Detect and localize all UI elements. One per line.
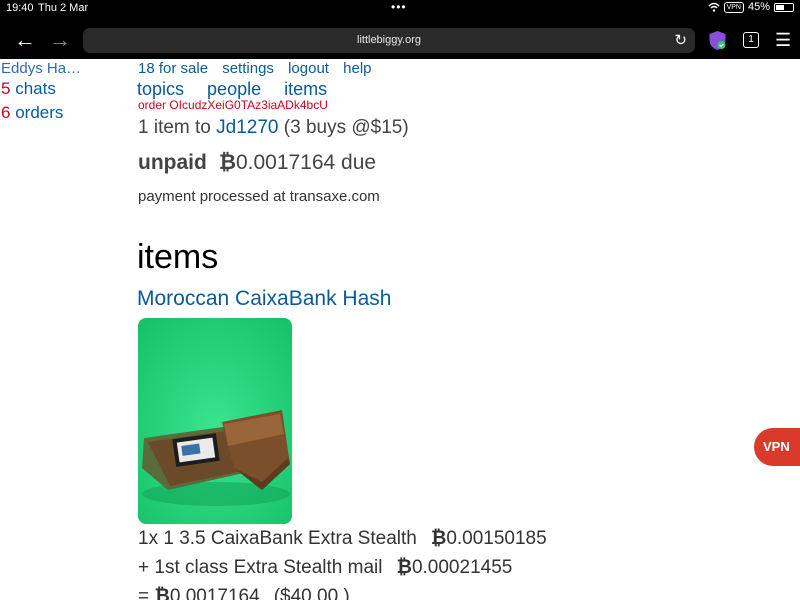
- shield-icon[interactable]: [708, 30, 727, 51]
- back-button[interactable]: ←: [11, 27, 39, 53]
- line-item-description: 1x 1 3.5 CaixaBank Extra Stealth: [138, 528, 417, 549]
- total-equals: =: [138, 586, 150, 600]
- orders-count: 6: [1, 103, 11, 122]
- wifi-icon: [708, 2, 720, 12]
- product-title-link[interactable]: Moroccan CaixaBank Hash: [137, 287, 391, 311]
- product-image[interactable]: [138, 318, 292, 524]
- unpaid-label: unpaid: [138, 151, 207, 174]
- orders-label: orders: [15, 103, 64, 122]
- shop-name-link[interactable]: Eddys Ha…: [1, 60, 81, 77]
- bitcoin-icon: ₿: [154, 586, 170, 600]
- main-nav: topics people items: [137, 79, 345, 100]
- browser-chrome: 19:40 Thu 2 Mar ••• VPN 45% ← → littlebi…: [0, 0, 800, 59]
- shipping-line: + 1st class Extra Stealth mail ₿0.0002145…: [138, 557, 512, 579]
- vpn-floating-button[interactable]: VPN: [754, 428, 800, 466]
- order-summary: 1 item to Jd1270 (3 buys @$15): [138, 117, 409, 139]
- address-bar[interactable]: littlebiggy.org ↻: [83, 28, 695, 53]
- order-summary-suffix: (3 buys @$15): [283, 117, 409, 138]
- total-line: = ₿0.0017164 ($40.00 ): [138, 586, 350, 600]
- payment-status: unpaid ₿0.0017164 due: [138, 151, 376, 175]
- battery-icon: [774, 2, 794, 12]
- vpn-status-badge: VPN: [723, 1, 744, 13]
- bitcoin-icon: ₿: [430, 528, 447, 549]
- for-sale-link[interactable]: 18 for sale: [138, 60, 208, 77]
- reload-icon[interactable]: ↻: [674, 31, 687, 49]
- chats-link[interactable]: 5 chats: [1, 79, 56, 99]
- status-time: 19:40: [6, 2, 34, 14]
- status-indicators: VPN 45%: [708, 1, 794, 13]
- nav-topics[interactable]: topics: [137, 79, 184, 99]
- tab-count-button[interactable]: 1: [743, 32, 759, 48]
- buyer-link[interactable]: Jd1270: [216, 117, 278, 138]
- orders-link[interactable]: 6 orders: [1, 103, 63, 123]
- back-arrow-icon: ←: [14, 27, 36, 52]
- chats-label: chats: [15, 79, 56, 98]
- shipping-amount: 0.00021455: [411, 557, 513, 578]
- help-link[interactable]: help: [343, 60, 371, 77]
- shipping-description: + 1st class Extra Stealth mail: [138, 557, 383, 578]
- total-usd: ($40.00 ): [273, 586, 350, 600]
- forward-button[interactable]: →: [46, 27, 74, 53]
- settings-link[interactable]: settings: [222, 60, 274, 77]
- line-item: 1x 1 3.5 CaixaBank Extra Stealth ₿0.00150…: [138, 528, 547, 550]
- chats-count: 5: [1, 79, 11, 98]
- order-summary-prefix: 1 item to: [138, 117, 211, 138]
- bitcoin-icon: ₿: [218, 151, 236, 174]
- bitcoin-icon: ₿: [396, 557, 412, 578]
- total-amount: 0.0017164: [169, 586, 260, 600]
- account-links: 18 for sale settings logout help: [138, 60, 382, 77]
- payment-processor-note: payment processed at transaxe.com: [138, 188, 380, 205]
- amount-due: 0.0017164 due: [235, 151, 377, 174]
- order-id: order OIcudzXeiG0TAz3iaADk4bcU: [138, 98, 328, 112]
- nav-people[interactable]: people: [207, 79, 261, 99]
- status-date: Thu 2 Mar: [38, 2, 89, 14]
- multitask-dots[interactable]: •••: [391, 0, 407, 14]
- battery-percent: 45%: [747, 1, 770, 13]
- nav-items[interactable]: items: [284, 79, 327, 99]
- items-heading: items: [137, 238, 219, 276]
- forward-arrow-icon: →: [49, 27, 71, 52]
- logout-link[interactable]: logout: [288, 60, 329, 77]
- url-text: littlebiggy.org: [357, 34, 421, 46]
- hamburger-menu-icon[interactable]: ☰: [775, 30, 791, 51]
- line-item-amount: 0.00150185: [446, 528, 547, 549]
